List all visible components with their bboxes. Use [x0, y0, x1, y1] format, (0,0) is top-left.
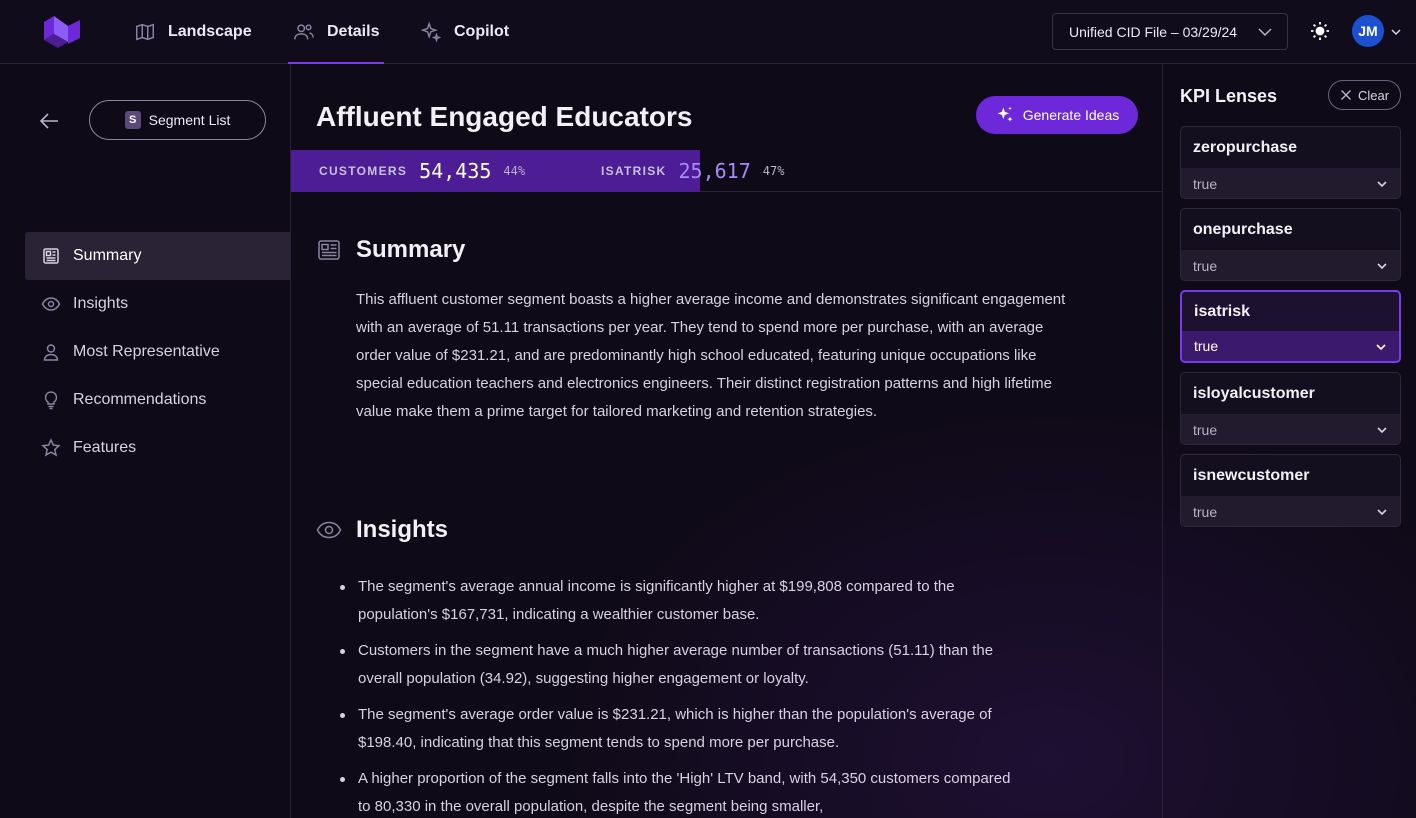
chevron-down-icon [1377, 509, 1387, 516]
sidebar-item-insights[interactable]: Insights [25, 280, 291, 328]
kpi-lenses-panel: KPI Lenses Clear zeropurchase true onepu… [1162, 64, 1416, 818]
metric-percent: 47% [762, 164, 785, 178]
newspaper-icon [43, 248, 59, 264]
kpi-lens-isnewcustomer: isnewcustomer true [1180, 454, 1401, 527]
chevron-down-icon [1376, 344, 1386, 351]
app-logo[interactable] [44, 12, 80, 52]
nav-copilot[interactable]: Copilot [420, 0, 509, 64]
main-content: Affluent Engaged Educators Generate Idea… [291, 64, 1162, 818]
kpi-lens-onepurchase: onepurchase true [1180, 208, 1401, 281]
star-icon [41, 438, 61, 457]
nav-label: Details [327, 23, 380, 40]
kpi-lens-name: zeropurchase [1193, 138, 1298, 156]
file-select-dropdown[interactable]: Unified CID File – 03/29/24 [1052, 13, 1288, 50]
user-avatar[interactable]: JM [1352, 15, 1384, 47]
kpi-lens-select[interactable]: true [1181, 168, 1400, 198]
sidebar-item-recommendations[interactable]: Recommendations [25, 376, 291, 424]
segment-badge: S [124, 111, 141, 129]
sidebar-item-label: Most Representative [73, 343, 220, 360]
sidebar-item-label: Features [73, 439, 137, 456]
nav-details[interactable]: Details [288, 0, 384, 64]
sparkles-icon [997, 106, 1013, 122]
sidebar-item-features[interactable]: Features [25, 424, 291, 472]
clear-label: Clear [1357, 87, 1390, 103]
eye-icon [316, 521, 342, 539]
nav-label: Copilot [454, 23, 510, 40]
chevron-down-icon [1377, 263, 1387, 270]
map-icon [136, 23, 154, 41]
file-select-value: Unified CID File – 03/29/24 [1069, 23, 1238, 40]
eye-icon [41, 297, 61, 311]
sidebar-item-label: Summary [73, 247, 142, 264]
section-title: Insights [356, 516, 449, 543]
metric-isatrisk: ISATRISK 25,617 47% [601, 150, 784, 192]
newspaper-icon [318, 240, 340, 260]
sidebar-item-label: Insights [73, 295, 129, 312]
metric-customers: CUSTOMERS 54,435 44% [319, 150, 525, 192]
kpi-lens-select[interactable]: true [1181, 414, 1400, 444]
insight-item: The segment's average order value is $23… [340, 701, 1018, 757]
insight-item: A higher proportion of the segment falls… [340, 765, 1018, 818]
kpi-lens-name: isnewcustomer [1193, 466, 1310, 484]
sidebar-item-most-representative[interactable]: Most Representative [25, 328, 291, 376]
metric-value: 25,617 [678, 159, 751, 183]
avatar-initials: JM [1358, 23, 1378, 39]
kpi-lens-select[interactable]: true [1182, 331, 1399, 361]
chevron-down-icon [1258, 28, 1272, 37]
metric-bar: CUSTOMERS 54,435 44% ISATRISK 25,617 47% [291, 150, 1162, 192]
sun-icon[interactable] [1310, 21, 1330, 41]
kpi-lens-select[interactable]: true [1181, 496, 1400, 526]
chevron-down-icon[interactable] [1390, 26, 1402, 38]
kpi-lens-zeropurchase: zeropurchase true [1180, 126, 1401, 199]
page-title: Affluent Engaged Educators [316, 101, 693, 132]
user-icon [43, 344, 59, 361]
metric-label: CUSTOMERS [319, 164, 408, 178]
kpi-lens-select[interactable]: true [1181, 250, 1400, 280]
top-navbar: Landscape Details Copilot Unified CID Fi… [0, 0, 1416, 64]
left-sidebar: S Segment List Summary Insights Most Rep… [0, 64, 291, 818]
kpi-lens-value: true [1194, 338, 1219, 354]
nav-label: Landscape [168, 23, 252, 40]
back-arrow-icon[interactable] [38, 110, 60, 132]
kpi-lens-value: true [1193, 176, 1218, 192]
kpi-lens-name: isatrisk [1194, 302, 1251, 320]
kpi-lens-name: onepurchase [1193, 220, 1293, 238]
insights-list: The segment's average annual income is s… [340, 573, 1018, 818]
insight-item: The segment's average annual income is s… [340, 573, 1018, 629]
kpi-lens-value: true [1193, 258, 1218, 274]
chevron-down-icon [1377, 181, 1387, 188]
metric-label: ISATRISK [601, 164, 667, 178]
insights-section-heading: Insights [316, 516, 448, 544]
kpi-lens-value: true [1193, 504, 1218, 520]
generate-ideas-button[interactable]: Generate Ideas [976, 96, 1138, 134]
nav-landscape[interactable]: Landscape [134, 0, 252, 64]
sparkles-icon [420, 21, 442, 43]
insight-item: Customers in the segment have a much hig… [340, 637, 1018, 693]
segment-list-label: Segment List [148, 112, 231, 128]
kpi-lens-isatrisk: isatrisk true [1180, 290, 1401, 363]
section-title: Summary [356, 236, 466, 263]
generate-ideas-label: Generate Ideas [1022, 107, 1120, 123]
close-icon [1340, 90, 1351, 100]
metric-percent: 44% [503, 164, 526, 178]
section-nav: Summary Insights Most Representative Rec… [25, 232, 291, 472]
lightbulb-icon [44, 391, 58, 410]
kpi-panel-title: KPI Lenses [1180, 86, 1278, 106]
sidebar-item-summary[interactable]: Summary [25, 232, 291, 280]
kpi-lens-value: true [1193, 422, 1218, 438]
metric-value: 54,435 [419, 159, 492, 183]
chevron-down-icon [1377, 427, 1387, 434]
kpi-lens-name: isloyalcustomer [1193, 384, 1315, 402]
summary-section-heading: Summary [316, 236, 465, 264]
segment-list-button[interactable]: S Segment List [89, 100, 266, 140]
clear-button[interactable]: Clear [1328, 80, 1401, 110]
users-icon [294, 24, 314, 40]
sidebar-item-label: Recommendations [73, 391, 207, 408]
summary-text: This affluent customer segment boasts a … [356, 291, 1066, 420]
kpi-lens-isloyalcustomer: isloyalcustomer true [1180, 372, 1401, 445]
